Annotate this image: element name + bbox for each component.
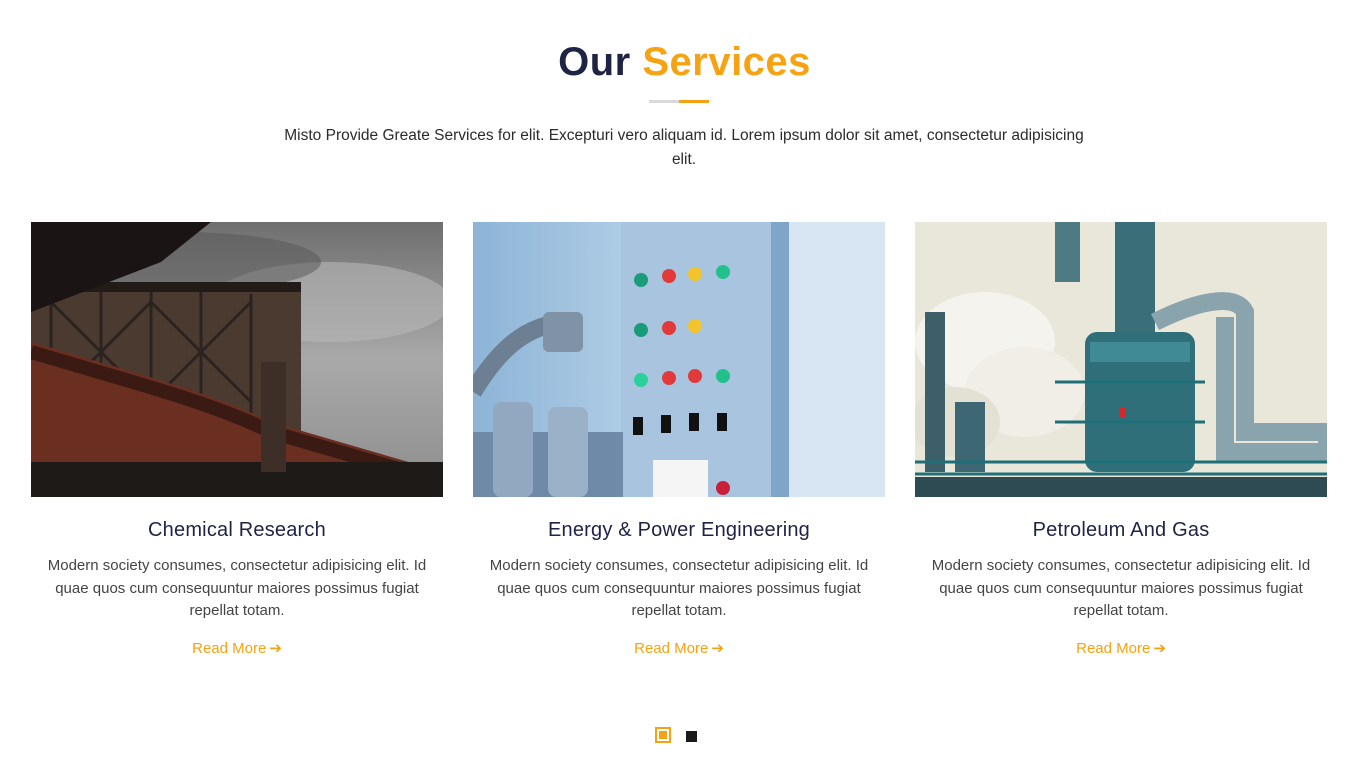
service-description: Modern society consumes, consectetur adi… [47,557,427,619]
carousel-dot[interactable] [686,731,697,742]
service-description: Modern society consumes, consectetur adi… [489,557,869,619]
section-intro: Misto Provide Greate Services for elit. … [284,127,1084,168]
industrial-gas-tanks-photo[interactable] [31,222,443,497]
section-title: Our Services [0,40,1369,85]
carousel-dot-active[interactable] [655,727,671,743]
read-more-label: Read More [634,639,709,657]
read-more-label: Read More [1076,639,1151,657]
service-title: Chemical Research [148,519,326,541]
title-part-2: Services [642,40,811,84]
arrow-right-icon: ➔ [269,639,282,657]
arrow-right-icon: ➔ [711,639,724,657]
read-more-link[interactable]: Read More ➔ [473,639,885,657]
service-card-energy-power: Energy & Power Engineering Modern societ… [473,222,885,682]
title-divider [649,100,709,103]
control-panel-photo[interactable] [473,222,885,497]
arrow-right-icon: ➔ [1153,639,1166,657]
service-description: Modern society consumes, consectetur adi… [931,557,1311,619]
read-more-link[interactable]: Read More ➔ [915,639,1327,657]
read-more-link[interactable]: Read More ➔ [31,639,443,657]
service-title: Petroleum And Gas [1032,519,1210,541]
service-card-chemical-research: Chemical Research Modern society consume… [31,222,443,682]
service-card-petroleum-gas: Petroleum And Gas Modern society consume… [915,222,1327,682]
refinery-tower-photo[interactable] [915,222,1327,497]
title-part-1: Our [558,40,631,84]
service-title: Energy & Power Engineering [547,519,811,541]
read-more-label: Read More [192,639,267,657]
